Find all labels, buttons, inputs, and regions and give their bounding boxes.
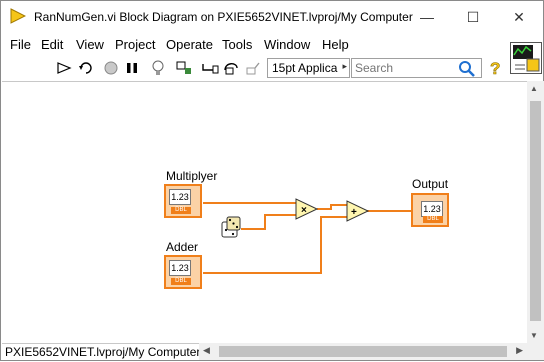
multiplyer-label: Multiplyer — [166, 169, 218, 183]
scroll-up-icon[interactable]: ▲ — [530, 84, 538, 93]
multiplyer-dbl-badge: DBL — [171, 207, 191, 214]
adder-label: Adder — [166, 240, 199, 254]
scroll-right-icon[interactable]: ▶ — [516, 345, 523, 356]
wire-product — [317, 204, 347, 210]
vertical-scrollbar[interactable]: ▲ ▼ — [527, 81, 544, 343]
adder-dbl-badge: DBL — [171, 278, 191, 285]
wire-random — [241, 214, 297, 230]
adder-numeric-display: 1.23 — [169, 260, 191, 276]
wires-layer: × + — [203, 198, 413, 274]
status-path: PXIE5652VINET.lvproj/My Computer — [2, 343, 199, 360]
multiplyer-control-terminal[interactable]: 1.23 DBL — [164, 184, 202, 218]
scroll-down-icon[interactable]: ▼ — [530, 331, 538, 340]
vertical-scroll-thumb[interactable] — [530, 101, 541, 321]
multiplyer-numeric-display: 1.23 — [169, 189, 191, 205]
output-indicator-terminal[interactable]: 1.23 DBL — [411, 193, 449, 227]
scroll-left-icon[interactable]: ◀ — [203, 345, 210, 356]
dice-icon[interactable] — [221, 216, 241, 238]
scroll-corner — [527, 343, 544, 360]
add-function[interactable]: + — [346, 200, 370, 222]
horizontal-scroll-thumb[interactable] — [219, 346, 507, 357]
add-symbol: + — [351, 207, 357, 218]
multiply-function[interactable]: × — [295, 198, 319, 220]
multiply-symbol: × — [301, 205, 307, 216]
horizontal-scrollbar[interactable]: ◀ ▶ — [199, 343, 527, 360]
labview-window: RanNumGen.vi Block Diagram on PXIE5652VI… — [0, 0, 544, 361]
output-dbl-badge: DBL — [423, 216, 443, 223]
output-numeric-display: 1.23 — [421, 201, 443, 217]
output-label: Output — [412, 177, 449, 191]
adder-control-terminal[interactable]: 1.23 DBL — [164, 255, 202, 289]
